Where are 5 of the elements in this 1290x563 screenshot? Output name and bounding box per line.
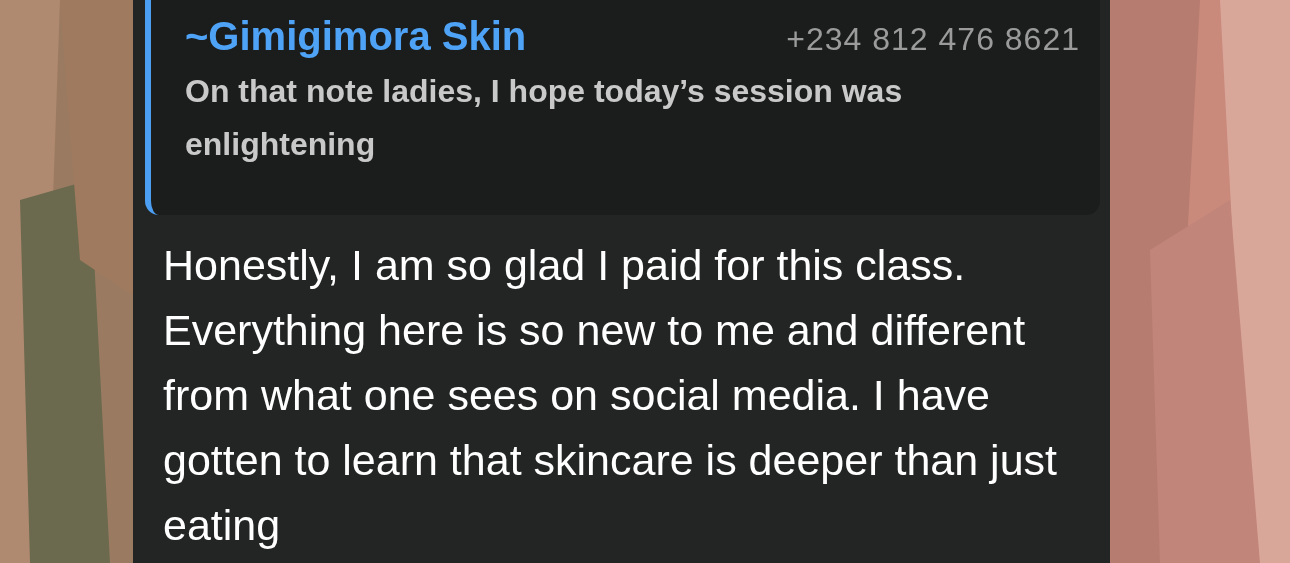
quoted-text: On that note ladies, I hope today’s session was enlightening [185, 72, 904, 164]
quoted-message[interactable]: ~Gimigimora Skin +234 812 476 8621 On that note ladies, I hope today’s session was enlightening [145, 0, 1100, 215]
quoted-sender-name: ~Gimigimora Skin [185, 14, 527, 59]
message-text: Honestly, I am so glad I paid for this class. Everything here is so new to me and different from what one sees on social media. I have gotten to learn that skincare is deeper than just eating [163, 240, 1058, 551]
quoted-phone-number: +234 812 476 8621 [786, 21, 1080, 58]
